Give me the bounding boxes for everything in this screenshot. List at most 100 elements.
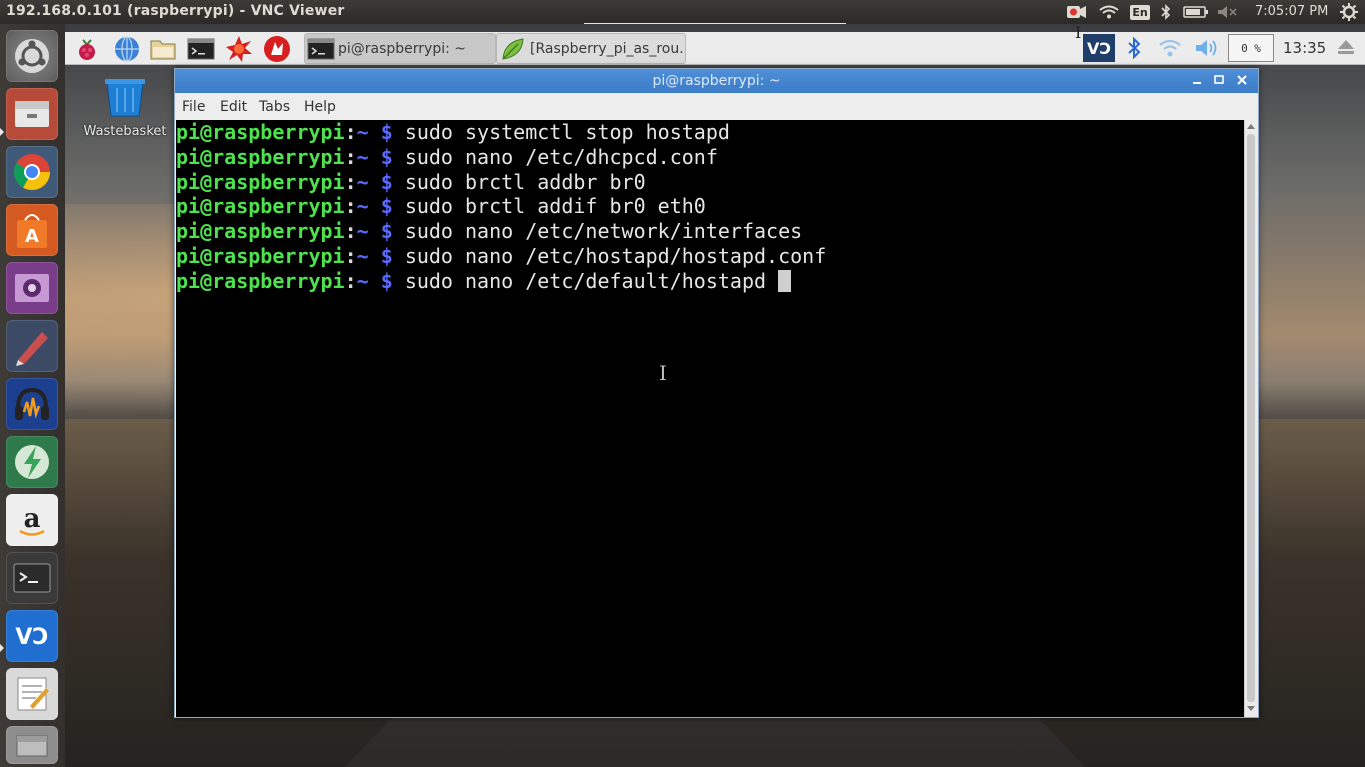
prompt-user: pi@raspberrypi (176, 219, 345, 244)
screen-record-icon[interactable] (1066, 3, 1088, 21)
scroll-up-icon[interactable] (1247, 124, 1255, 129)
scroll-thumb[interactable] (1247, 134, 1255, 702)
host-clock[interactable]: 7:05:07 PM (1255, 4, 1328, 19)
taskbar-leafpad-button[interactable]: [Raspberry_pi_as_rou... (496, 33, 686, 64)
prompt-path: ~ (356, 268, 369, 293)
menu-file[interactable]: File (182, 99, 205, 115)
archive-icon[interactable] (6, 726, 58, 764)
svg-text:A: A (25, 226, 39, 247)
text-editor-icon[interactable] (6, 668, 58, 720)
prompt-symbol: $ (380, 169, 393, 194)
bluetooth-icon[interactable] (1158, 3, 1174, 21)
unity-launcher: A a VƆ (0, 24, 66, 767)
terminal-icon (307, 36, 335, 62)
terminal-line: pi@raspberrypi:~ $ sudo nano /etc/hostap… (176, 244, 1244, 269)
power-tool-icon[interactable] (6, 436, 58, 488)
eject-icon[interactable] (1337, 38, 1355, 60)
terminal-line: pi@raspberrypi:~ $ sudo systemctl stop h… (176, 120, 1244, 145)
terminal-lines: pi@raspberrypi:~ $ sudo systemctl stop h… (176, 120, 1244, 294)
prompt-symbol: $ (380, 194, 393, 219)
prompt-path: ~ (356, 169, 369, 194)
pi-volume-icon[interactable] (1193, 34, 1219, 62)
menu-tabs[interactable]: Tabs (259, 99, 290, 115)
video-player-icon[interactable] (6, 262, 58, 314)
scroll-down-icon[interactable] (1247, 706, 1255, 711)
menu-edit[interactable]: Edit (220, 99, 247, 115)
pi-bluetooth-icon[interactable] (1123, 34, 1145, 62)
svg-text:VƆ: VƆ (1087, 39, 1111, 58)
minimize-icon (1193, 82, 1201, 84)
taskbar-terminal-button[interactable]: pi@raspberrypi: ~ (304, 33, 496, 64)
mouse-pointer-icon: I (1075, 23, 1082, 42)
terminal-line: pi@raspberrypi:~ $ sudo brctl addif br0 … (176, 194, 1244, 219)
file-manager-icon[interactable] (149, 35, 177, 63)
cpu-usage-monitor[interactable]: 0 % (1228, 34, 1274, 62)
command-text: sudo systemctl stop hostapd (404, 120, 730, 144)
terminal-launch-icon[interactable] (187, 35, 215, 63)
software-center-icon[interactable]: A (6, 204, 58, 256)
keyboard-language-indicator[interactable]: En (1130, 3, 1150, 21)
ubuntu-dash-icon[interactable] (6, 30, 58, 82)
chrome-icon[interactable] (6, 146, 58, 198)
command-text: sudo nano /etc/hostapd/hostapd.conf (404, 243, 827, 268)
maximize-icon (1214, 75, 1224, 84)
host-top-bar: 192.168.0.101 (raspberrypi) - VNC Viewer… (0, 0, 1365, 26)
prompt-user: pi@raspberrypi (176, 120, 345, 144)
terminal-output[interactable]: pi@raspberrypi:~ $ sudo systemctl stop h… (176, 120, 1244, 717)
battery-icon[interactable] (1182, 3, 1210, 21)
system-gear-icon[interactable] (1338, 3, 1360, 21)
terminal-line: pi@raspberrypi:~ $ sudo nano /etc/networ… (176, 219, 1244, 244)
command-text: sudo brctl addbr br0 (404, 169, 646, 194)
prompt-symbol: $ (380, 120, 393, 144)
wastebasket-icon (105, 79, 145, 117)
wolfram-icon[interactable] (263, 35, 291, 63)
running-indicator (0, 128, 4, 136)
terminal-line: pi@raspberrypi:~ $ sudo brctl addbr br0 (176, 170, 1244, 195)
raspberry-menu-icon[interactable] (73, 35, 101, 63)
wifi-icon[interactable] (1098, 3, 1120, 21)
text-cursor-ibeam-icon: I (659, 361, 667, 385)
wastebasket-desktop-icon[interactable]: Wastebasket (73, 76, 177, 139)
remote-desktop: pi@raspberrypi: ~ [Raspberry_pi_as_rou..… (65, 24, 1365, 767)
amazon-icon[interactable]: a (6, 494, 58, 546)
prompt-symbol: $ (380, 144, 393, 169)
prompt-symbol: $ (380, 219, 393, 244)
terminal-cursor (778, 269, 792, 292)
minimize-button[interactable] (1188, 71, 1206, 89)
maximize-button[interactable] (1210, 71, 1228, 89)
command-text: sudo brctl addif br0 eth0 (404, 194, 706, 219)
terminal-titlebar[interactable]: pi@raspberrypi: ~ (175, 69, 1258, 93)
terminal-launcher-icon[interactable] (6, 552, 58, 604)
prompt-separator: : (344, 268, 357, 293)
vnc-viewer-icon[interactable]: VƆ (6, 610, 58, 662)
prompt-path: ~ (356, 194, 369, 219)
prompt-separator: : (344, 194, 357, 219)
prompt-user: pi@raspberrypi (176, 169, 345, 194)
math-kernel-icon[interactable] (225, 35, 253, 63)
volume-muted-icon[interactable] (1216, 3, 1238, 21)
prompt-user: pi@raspberrypi (176, 144, 345, 169)
pi-wifi-icon[interactable] (1157, 34, 1183, 62)
prompt-path: ~ (356, 144, 369, 169)
vnc-server-icon[interactable]: VƆ (1083, 34, 1115, 62)
prompt-separator: : (344, 219, 357, 244)
prompt-user: pi@raspberrypi (176, 268, 345, 293)
prompt-user: pi@raspberrypi (176, 194, 345, 219)
terminal-scrollbar[interactable] (1244, 120, 1258, 717)
leafpad-icon (499, 36, 527, 62)
wastebasket-label: Wastebasket (83, 124, 167, 139)
command-text: sudo nano /etc/dhcpcd.conf (404, 144, 718, 169)
prompt-path: ~ (356, 243, 369, 268)
close-icon (1237, 75, 1247, 85)
pi-clock[interactable]: 13:35 (1283, 39, 1326, 57)
prompt-user: pi@raspberrypi (176, 243, 345, 268)
terminal-window: pi@raspberrypi: ~ File Edit Tabs Help pi… (174, 68, 1259, 718)
files-icon[interactable] (6, 88, 58, 140)
close-button[interactable] (1233, 71, 1251, 89)
menu-help[interactable]: Help (304, 99, 336, 115)
terminal-line: pi@raspberrypi:~ $ sudo nano /etc/defaul… (176, 269, 1244, 294)
audacity-icon[interactable] (6, 378, 58, 430)
web-browser-icon[interactable] (113, 35, 141, 63)
svg-text:a: a (24, 504, 41, 534)
markup-tool-icon[interactable] (6, 320, 58, 372)
